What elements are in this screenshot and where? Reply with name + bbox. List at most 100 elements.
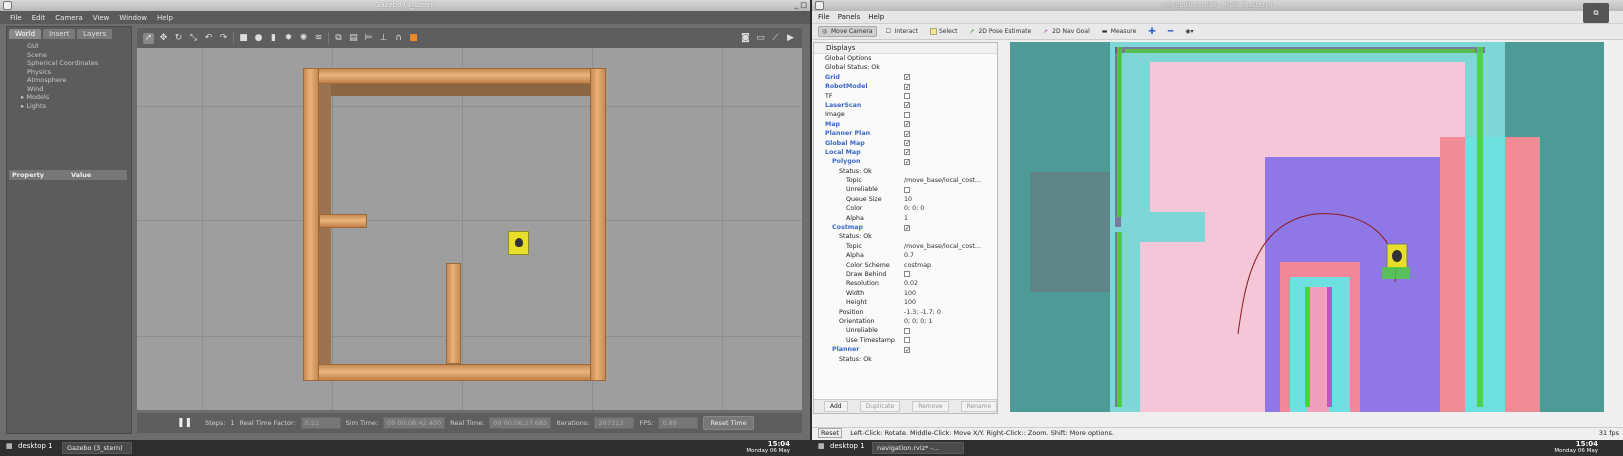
- display-row[interactable]: Costmap ✓: [814, 223, 997, 232]
- display-row[interactable]: Queue Size 10: [814, 195, 997, 204]
- paste-icon[interactable]: ▤: [348, 33, 359, 44]
- display-row[interactable]: Status: Ok: [814, 167, 997, 176]
- display-row[interactable]: Position -1.3; -1.7; 0: [814, 308, 997, 317]
- tree-item-gui[interactable]: GUI: [11, 42, 131, 51]
- display-checkbox[interactable]: [904, 337, 910, 344]
- plot-icon[interactable]: ⟋: [770, 33, 781, 44]
- display-row[interactable]: Planner ✓: [814, 345, 997, 354]
- display-row[interactable]: RobotModel ✓: [814, 82, 997, 91]
- menu-file[interactable]: File: [818, 13, 830, 21]
- display-row[interactable]: Alpha 0.7: [814, 251, 997, 260]
- tab-world[interactable]: World: [9, 29, 42, 39]
- display-row[interactable]: Orientation 0; 0; 0; 1: [814, 317, 997, 326]
- menu-view[interactable]: View: [93, 14, 110, 22]
- display-row[interactable]: Topic/move_base/local_cost...: [814, 176, 997, 185]
- task-rviz[interactable]: navigation.rviz* -...: [872, 442, 964, 454]
- measure-button[interactable]: ▬ Measure: [1099, 27, 1140, 36]
- screenshot-icon[interactable]: ◙: [740, 33, 751, 44]
- tree-item-physics[interactable]: Physics: [11, 68, 131, 77]
- display-row[interactable]: Status: Ok: [814, 232, 997, 241]
- log-icon[interactable]: ▭: [755, 33, 766, 44]
- display-row[interactable]: TF: [814, 92, 997, 101]
- wall-bottom[interactable]: [303, 364, 606, 381]
- menu-help[interactable]: Help: [868, 13, 884, 21]
- tab-insert[interactable]: Insert: [43, 29, 76, 39]
- display-row[interactable]: Unreliable: [814, 185, 997, 194]
- wall-pillar[interactable]: [446, 263, 461, 364]
- status-reset-button[interactable]: Reset: [818, 428, 843, 438]
- display-row-value[interactable]: 0; 0; 0; 1: [904, 317, 932, 326]
- display-row-value[interactable]: 0.7: [904, 251, 914, 260]
- spot-light-icon[interactable]: ✺: [298, 33, 309, 44]
- display-row[interactable]: Use Timestamp: [814, 336, 997, 345]
- redo-icon[interactable]: ↷: [218, 33, 229, 44]
- point-light-icon[interactable]: ✹: [283, 33, 294, 44]
- display-row[interactable]: Draw Behind: [814, 270, 997, 279]
- desktop-icon[interactable]: ▦: [6, 442, 13, 450]
- display-row[interactable]: Global Status: Ok: [814, 63, 997, 72]
- desktop-switch[interactable]: desktop 1: [18, 442, 53, 450]
- menu-help[interactable]: Help: [157, 14, 173, 22]
- window-controls-icon[interactable]: _ □ ×: [787, 1, 807, 18]
- display-row[interactable]: Color Scheme costmap: [814, 261, 997, 270]
- interact-button[interactable]: ☐ Interact: [883, 27, 921, 36]
- move-camera-button[interactable]: ◎ Move Camera: [818, 26, 877, 37]
- translate-icon[interactable]: ✥: [158, 33, 169, 44]
- box-icon[interactable]: ■: [238, 33, 249, 44]
- wall-right[interactable]: [590, 68, 606, 381]
- align-icon[interactable]: ⊨: [363, 33, 374, 44]
- tree-item-wind[interactable]: Wind: [11, 85, 131, 94]
- display-row[interactable]: LaserScan ✓: [814, 101, 997, 110]
- rename-button[interactable]: Rename: [960, 401, 998, 412]
- copy-icon[interactable]: ⧉: [333, 33, 344, 44]
- steps-value[interactable]: 1: [230, 419, 234, 427]
- window-controls-icon[interactable]: ⧉: [1583, 3, 1609, 23]
- display-row[interactable]: Planner Plan ✓: [814, 129, 997, 138]
- display-row[interactable]: Status: Ok: [814, 355, 997, 364]
- display-checkbox[interactable]: ✓: [904, 83, 910, 90]
- reset-time-button[interactable]: Reset Time: [703, 416, 754, 430]
- display-row[interactable]: Global Options: [814, 54, 997, 63]
- display-row-value[interactable]: -1.3; -1.7; 0: [904, 308, 941, 317]
- desktop-switch[interactable]: desktop 1: [830, 442, 865, 450]
- select-arrow-icon[interactable]: ➚: [143, 32, 154, 44]
- display-row-value[interactable]: 100: [904, 298, 916, 307]
- snap-icon[interactable]: ⊥: [378, 33, 389, 44]
- display-checkbox[interactable]: [904, 111, 910, 118]
- display-row[interactable]: Local Map ✓: [814, 148, 997, 157]
- display-row-value[interactable]: 0; 0; 0: [904, 204, 924, 213]
- undo-icon[interactable]: ↶: [203, 33, 214, 44]
- gazebo-3d-view[interactable]: [137, 48, 802, 410]
- menu-window[interactable]: Window: [119, 14, 147, 22]
- add-tool-icon[interactable]: ✚: [1145, 26, 1159, 38]
- display-row-value[interactable]: /move_base/local_cost...: [904, 176, 981, 185]
- wall-stub[interactable]: [319, 214, 367, 228]
- rviz-3d-view[interactable]: [1010, 42, 1604, 412]
- wall-top[interactable]: [303, 68, 606, 84]
- select-button[interactable]: Select: [927, 27, 961, 36]
- display-row[interactable]: Alpha 1: [814, 214, 997, 223]
- display-checkbox[interactable]: ✓: [904, 102, 910, 109]
- menu-file[interactable]: File: [10, 14, 22, 22]
- display-checkbox[interactable]: [904, 186, 910, 193]
- display-checkbox[interactable]: ✓: [904, 130, 910, 137]
- window-menu-icon[interactable]: [815, 1, 824, 10]
- display-row[interactable]: Image: [814, 110, 997, 119]
- display-row[interactable]: Global Map ✓: [814, 139, 997, 148]
- desktop-icon[interactable]: ▦: [818, 442, 825, 450]
- camera-type-icon[interactable]: ◉▾: [1182, 27, 1196, 36]
- wall-left[interactable]: [303, 68, 319, 381]
- rotate-icon[interactable]: ↻: [173, 33, 184, 44]
- display-row-value[interactable]: 100: [904, 289, 916, 298]
- scale-icon[interactable]: ⤡: [188, 33, 199, 44]
- tree-item-spherical[interactable]: Spherical Coordinates: [11, 59, 131, 68]
- tab-layers[interactable]: Layers: [77, 29, 113, 39]
- display-checkbox[interactable]: ✓: [904, 149, 910, 156]
- display-row[interactable]: Topic/move_base/local_cost...: [814, 242, 997, 251]
- task-gazebo[interactable]: Gazebo (3_stern): [62, 442, 132, 454]
- menu-panels[interactable]: Panels: [838, 13, 861, 21]
- display-row-value[interactable]: 0.02: [904, 279, 918, 288]
- robot-model[interactable]: [508, 231, 529, 255]
- color-icon[interactable]: ■: [408, 33, 419, 44]
- display-row[interactable]: Polygon ✓: [814, 157, 997, 166]
